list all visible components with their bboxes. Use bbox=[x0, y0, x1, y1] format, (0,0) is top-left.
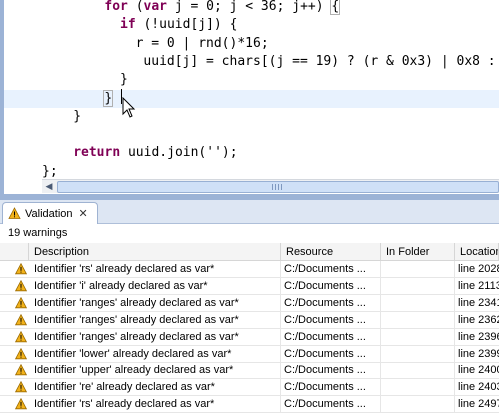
cell-location: line 2403 bbox=[458, 381, 499, 394]
cell-location: line 2497 bbox=[458, 398, 499, 411]
table-row[interactable]: Identifier 'lower' already declared as v… bbox=[0, 345, 499, 363]
table-row[interactable]: Identifier 'ranges' already declared as … bbox=[0, 328, 499, 346]
cell-resource: C:/Documents ... bbox=[281, 379, 381, 396]
cell-location: line 2396 bbox=[458, 330, 499, 343]
code-editor[interactable]: for (var j = 0; j < 36; j++) { if (!uuid[… bbox=[0, 0, 499, 194]
code-keyword: if bbox=[120, 17, 136, 33]
cell-in-folder bbox=[381, 294, 455, 311]
code-token: }; bbox=[42, 163, 58, 179]
cell-in-folder bbox=[381, 328, 455, 345]
warnings-summary: 19 warnings bbox=[8, 227, 68, 239]
code-token: { bbox=[330, 0, 341, 15]
table-row[interactable]: Identifier 'i' already declared as var* C… bbox=[0, 277, 499, 295]
code-keyword: var bbox=[143, 0, 168, 14]
code-keyword: return bbox=[73, 145, 121, 161]
validation-icon bbox=[8, 207, 21, 219]
cell-resource: C:/Documents ... bbox=[281, 311, 381, 328]
horizontal-scrollbar[interactable]: ◀ bbox=[42, 179, 499, 193]
code-token: } bbox=[103, 89, 114, 107]
cell-description: Identifier 'i' already declared as var* bbox=[29, 277, 281, 294]
close-icon[interactable]: ✕ bbox=[79, 208, 88, 219]
warning-icon bbox=[15, 330, 27, 342]
cell-description: Identifier 'ranges' already declared as … bbox=[29, 294, 281, 311]
column-header-in-folder[interactable]: In Folder bbox=[381, 243, 455, 261]
cell-description: Identifier 'rs' already declared as var* bbox=[29, 261, 281, 277]
table-row[interactable]: Identifier 'ranges' already declared as … bbox=[0, 311, 499, 329]
code-keyword: for bbox=[104, 0, 128, 14]
code-token: ( bbox=[127, 0, 144, 14]
column-header-location[interactable]: Location bbox=[455, 243, 499, 261]
cell-in-folder bbox=[381, 362, 455, 379]
cell-location: line 2399 bbox=[458, 347, 499, 360]
cell-location: line 2341 bbox=[458, 296, 499, 309]
scroll-left-icon[interactable]: ◀ bbox=[42, 180, 56, 193]
column-header-icon[interactable] bbox=[0, 243, 29, 261]
cell-location: line 2028 bbox=[458, 263, 499, 275]
cell-description: Identifier 'ranges' already declared as … bbox=[29, 328, 281, 345]
table-row[interactable]: Identifier 're' already declared as var*… bbox=[0, 379, 499, 397]
cell-description: Identifier 'rs' already declared as var* bbox=[29, 396, 281, 413]
warning-icon bbox=[15, 381, 27, 393]
cell-resource: C:/Documents ... bbox=[281, 396, 381, 413]
tab-validation[interactable]: Validation ✕ bbox=[2, 202, 98, 224]
cell-in-folder bbox=[381, 379, 455, 396]
warning-icon bbox=[15, 347, 27, 359]
cell-location: line 2362 bbox=[458, 313, 499, 326]
scrollbar-grip bbox=[272, 184, 282, 190]
column-header-resource[interactable]: Resource bbox=[281, 243, 381, 261]
warning-icon bbox=[15, 279, 27, 292]
code-token: j = 0; j < 36; j++) bbox=[167, 0, 332, 14]
cell-resource: C:/Documents ... bbox=[281, 261, 381, 277]
tab-validation-label: Validation bbox=[25, 207, 73, 220]
cell-description: Identifier 'ranges' already declared as … bbox=[29, 311, 281, 328]
code-token: r = 0 | rnd()*16; bbox=[135, 35, 269, 51]
cell-in-folder bbox=[381, 345, 455, 362]
scrollbar-thumb[interactable] bbox=[57, 181, 499, 193]
cell-location: line 2400 bbox=[458, 364, 499, 377]
table-row[interactable]: Identifier 'upper' already declared as v… bbox=[0, 362, 499, 380]
view-tab-bar: Validation ✕ bbox=[0, 200, 499, 224]
warning-icon bbox=[15, 296, 27, 308]
cell-description: Identifier 'lower' already declared as v… bbox=[29, 345, 281, 362]
code-token: (!uuid[j]) { bbox=[135, 17, 238, 33]
cell-in-folder bbox=[381, 311, 455, 328]
current-code-line: } bbox=[4, 89, 499, 108]
warning-icon bbox=[15, 398, 27, 410]
validation-view: Validation ✕ 19 warnings Description Res… bbox=[0, 200, 499, 413]
column-header-description[interactable]: Description bbox=[29, 243, 281, 261]
cell-in-folder bbox=[381, 277, 455, 294]
cell-description: Identifier 're' already declared as var* bbox=[29, 379, 281, 396]
table-row[interactable]: Identifier 'rs' already declared as var*… bbox=[0, 261, 499, 278]
cell-resource: C:/Documents ... bbox=[281, 345, 381, 362]
cell-location: line 2113 bbox=[458, 279, 499, 292]
table-row[interactable]: Identifier 'rs' already declared as var*… bbox=[0, 396, 499, 413]
cell-description: Identifier 'upper' already declared as v… bbox=[29, 362, 281, 379]
code-token: uuid[j] = chars[(j == 19) ? (r & 0x3) | … bbox=[135, 53, 499, 69]
warning-icon bbox=[15, 313, 27, 325]
cell-resource: C:/Documents ... bbox=[281, 277, 381, 294]
warning-icon bbox=[15, 364, 27, 376]
warning-icon bbox=[15, 263, 27, 275]
cell-resource: C:/Documents ... bbox=[281, 362, 381, 379]
cell-in-folder bbox=[381, 261, 455, 277]
code-token: } bbox=[120, 72, 128, 88]
table-row[interactable]: Identifier 'ranges' already declared as … bbox=[0, 294, 499, 312]
mouse-cursor-icon bbox=[122, 97, 136, 118]
code-token: uuid.join(''); bbox=[120, 145, 238, 161]
cell-resource: C:/Documents ... bbox=[281, 328, 381, 345]
cell-resource: C:/Documents ... bbox=[281, 294, 381, 311]
code-token: } bbox=[73, 108, 82, 124]
cell-in-folder bbox=[381, 396, 455, 413]
